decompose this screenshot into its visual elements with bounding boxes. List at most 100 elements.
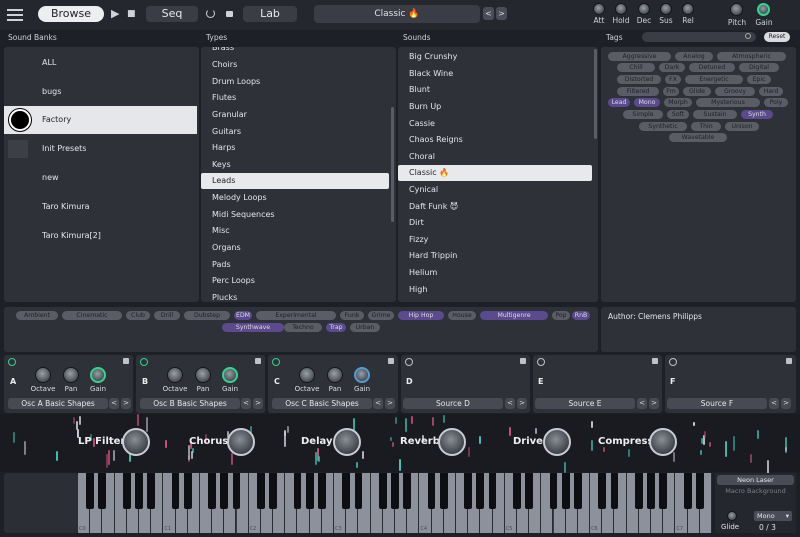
voice-mode-select[interactable]: Mono ▾ [754, 511, 792, 521]
genre-tag[interactable]: Club [126, 311, 150, 320]
type-item[interactable]: Pads [201, 257, 389, 273]
black-key[interactable] [659, 473, 668, 509]
pan-knob[interactable] [195, 367, 211, 383]
tag[interactable]: Atmospheric [717, 52, 786, 61]
tag[interactable]: FX [665, 75, 681, 84]
sound-item[interactable]: Cynical [398, 182, 592, 198]
black-key[interactable] [171, 473, 180, 509]
bank-item[interactable]: Taro Kimura[2] [4, 222, 197, 250]
black-key[interactable] [549, 473, 558, 509]
tag[interactable]: Digital [739, 63, 779, 72]
black-key[interactable] [476, 473, 485, 509]
genre-tag[interactable]: Techno [284, 323, 322, 332]
type-item[interactable]: Misc [201, 223, 389, 239]
source-selector[interactable]: Source E [535, 398, 635, 409]
black-key[interactable] [610, 473, 619, 509]
type-item[interactable]: Plucks [201, 290, 389, 302]
octave-knob[interactable] [299, 367, 315, 383]
source-power-icon[interactable] [405, 358, 413, 366]
skin-selector[interactable]: Neon Laser [717, 475, 794, 485]
tag[interactable]: Glide [683, 87, 711, 96]
source-selector[interactable]: Source F [667, 398, 767, 409]
hold-knob[interactable] [615, 3, 627, 15]
black-key[interactable] [513, 473, 521, 509]
preset-selector[interactable]: Classic 🔥 [314, 5, 480, 23]
black-key[interactable] [427, 473, 436, 509]
black-key[interactable] [208, 473, 216, 509]
sound-item[interactable]: Hard Trippin [398, 248, 592, 264]
type-item[interactable]: Midi Sequences [201, 207, 389, 223]
reset-button[interactable]: Reset [764, 32, 790, 42]
tag[interactable]: Simple [623, 110, 663, 119]
lock-icon[interactable] [786, 358, 792, 364]
lock-icon[interactable] [255, 358, 261, 364]
tag-active[interactable]: Synth [741, 110, 773, 119]
tag[interactable]: Poly [764, 98, 788, 107]
play-icon[interactable]: ▶ [111, 6, 119, 22]
prev-source-button[interactable]: < [769, 398, 779, 409]
sound-item[interactable]: Daft Funk 😈 [398, 199, 592, 215]
decay-knob[interactable] [638, 3, 650, 15]
black-key[interactable] [122, 473, 131, 509]
tag[interactable]: Detuned [689, 63, 735, 72]
tag[interactable]: Aggressive [608, 52, 671, 61]
lock-icon[interactable] [388, 358, 394, 364]
sounds-scrollbar[interactable] [594, 49, 597, 139]
tag[interactable]: Distorted [617, 75, 661, 84]
genre-tag[interactable]: Ambient [16, 311, 58, 320]
source-wave-selector[interactable]: Osc B Basic Shapes [140, 398, 240, 409]
lp-filter-knob[interactable] [122, 428, 150, 456]
genre-tag-active[interactable]: Hip Hop [398, 311, 444, 320]
genre-tag-active[interactable]: Trap [326, 323, 346, 332]
sound-item[interactable]: Helium [398, 265, 592, 281]
type-item[interactable]: Granular [201, 107, 389, 123]
glide-knob[interactable] [727, 511, 737, 521]
gain-knob[interactable] [222, 367, 238, 383]
sound-item-selected[interactable]: Classic 🔥 [398, 165, 592, 181]
black-key[interactable] [305, 473, 314, 509]
gain-knob[interactable] [354, 367, 370, 383]
source-selector[interactable]: Source D [403, 398, 503, 409]
sound-item[interactable]: Blunt [398, 82, 592, 98]
tag[interactable]: Sustain [693, 110, 737, 119]
black-key[interactable] [488, 473, 497, 509]
bank-item[interactable]: new [4, 164, 197, 192]
gain-knob[interactable] [90, 367, 106, 383]
tag[interactable]: Thin [691, 122, 721, 131]
next-wave-button[interactable]: > [121, 398, 131, 409]
type-item[interactable]: Melody Loops [201, 190, 389, 206]
prev-source-button[interactable]: < [505, 398, 515, 409]
gain-knob[interactable] [757, 3, 770, 16]
tag[interactable]: Chill [617, 63, 655, 72]
black-key[interactable] [317, 473, 326, 509]
pan-knob[interactable] [63, 367, 79, 383]
seq-button[interactable]: Seq [146, 6, 198, 22]
genre-tag-active[interactable]: EDM [234, 311, 252, 320]
tag-active[interactable]: Mono [634, 98, 660, 107]
sound-item[interactable]: High [398, 282, 592, 298]
black-key[interactable] [647, 473, 655, 509]
prev-wave-button[interactable]: < [109, 398, 119, 409]
genre-tag[interactable]: Funk [340, 311, 364, 320]
source-wave-selector[interactable]: Osc A Basic Shapes [8, 398, 108, 409]
black-key[interactable] [232, 473, 241, 509]
menu-icon[interactable] [5, 6, 25, 22]
type-item[interactable]: Choirs [201, 57, 389, 73]
genre-tag[interactable]: Cinematic [62, 311, 122, 320]
bank-item[interactable]: Taro Kimura [4, 193, 197, 221]
sound-item[interactable]: Fizzy [398, 232, 592, 248]
types-scrollbar[interactable] [391, 107, 394, 222]
chorus-knob[interactable] [227, 428, 255, 456]
black-key[interactable] [464, 473, 473, 509]
source-power-icon[interactable] [272, 358, 280, 366]
black-key[interactable] [86, 473, 95, 509]
genre-tag[interactable]: Grime [368, 311, 394, 320]
bank-item[interactable]: Init Presets [4, 135, 197, 163]
sound-item[interactable]: Chaos Reigns [398, 132, 592, 148]
power-icon[interactable] [206, 9, 215, 18]
bank-item[interactable]: ALL [4, 49, 197, 77]
compress-knob[interactable] [649, 428, 677, 456]
type-item-selected[interactable]: Leads [201, 173, 389, 189]
black-key[interactable] [634, 473, 643, 509]
next-preset-button[interactable]: > [496, 7, 507, 20]
